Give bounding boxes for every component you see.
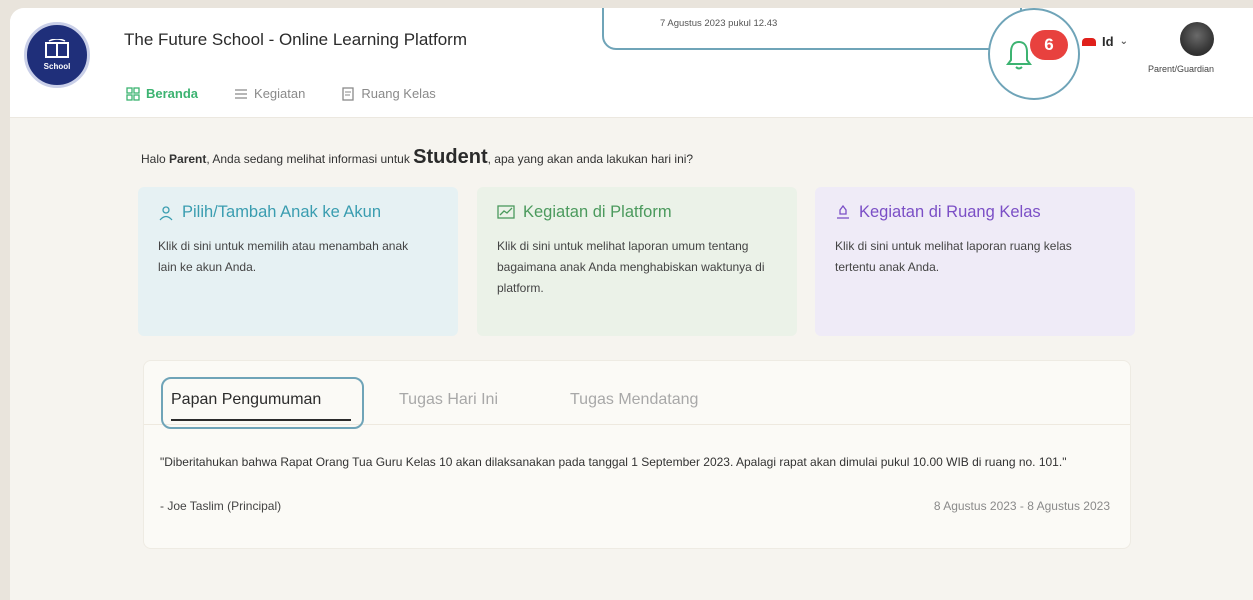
card-title: Pilih/Tambah Anak ke Akun <box>182 203 382 221</box>
school-logo[interactable]: School <box>24 22 90 88</box>
notification-date: 7 Agustus 2023 pukul 12.43 <box>660 18 778 29</box>
logo-text: School <box>43 62 71 71</box>
book-icon <box>45 39 69 58</box>
card-desc: Klik di sini untuk melihat laporan ruang… <box>835 239 1072 274</box>
card-classroom-activity[interactable]: Kegiatan di Ruang Kelas Klik di sini unt… <box>815 187 1135 336</box>
active-tab-underline <box>171 419 351 421</box>
tab-announcements[interactable]: Papan Pengumuman <box>171 391 321 409</box>
card-desc: Klik di sini untuk memilih atau menambah… <box>158 239 409 274</box>
list-icon <box>235 88 248 99</box>
app-window: School The Future School - Online Learni… <box>10 8 1253 600</box>
main-nav: Beranda Kegiatan Ruang Kelas <box>126 86 436 101</box>
nav-label: Beranda <box>146 86 199 101</box>
greeting-prefix: Halo <box>141 152 170 166</box>
card-title: Kegiatan di Ruang Kelas <box>859 203 1041 221</box>
nav-item-kegiatan[interactable]: Kegiatan <box>234 86 305 101</box>
announcement-board: Papan Pengumuman Tugas Hari Ini Tugas Me… <box>143 360 1131 549</box>
document-icon <box>342 86 355 101</box>
nav-label: Kegiatan <box>254 86 306 101</box>
user-role: Parent/Guardian <box>1148 64 1215 74</box>
greeting-suffix: , apa yang akan anda lakukan hari ini? <box>487 152 694 166</box>
nav-item-beranda[interactable]: Beranda <box>126 86 198 101</box>
notification-popup[interactable]: 7 Agustus 2023 pukul 12.43 <box>602 8 1022 50</box>
greeting-text: Halo Parent, Anda sedang melihat informa… <box>141 146 693 169</box>
greeting-student: Student <box>413 146 488 168</box>
tab-upcoming-tasks[interactable]: Tugas Mendatang <box>570 391 698 409</box>
greeting-middle: , Anda sedang melihat informasi untuk <box>206 152 414 166</box>
tab-today-tasks[interactable]: Tugas Hari Ini <box>399 391 498 409</box>
card-add-child[interactable]: Pilih/Tambah Anak ke Akun Klik di sini u… <box>138 187 458 336</box>
nav-label: Ruang Kelas <box>361 86 436 101</box>
board-tabs: Papan Pengumuman Tugas Hari Ini Tugas Me… <box>144 361 1130 429</box>
card-title: Kegiatan di Platform <box>523 203 672 221</box>
indonesia-flag-icon <box>1082 37 1096 46</box>
language-label: Id <box>1102 34 1114 49</box>
top-bar: School The Future School - Online Learni… <box>10 8 1253 118</box>
language-selector[interactable]: Id ⌄ <box>1082 34 1128 49</box>
greeting-user: Parent <box>169 152 207 166</box>
card-platform-activity[interactable]: Kegiatan di Platform Klik di sini untuk … <box>477 187 797 336</box>
app-title: The Future School - Online Learning Plat… <box>124 30 468 49</box>
nav-item-ruang-kelas[interactable]: Ruang Kelas <box>341 86 436 101</box>
avatar[interactable] <box>1180 22 1214 56</box>
classroom-icon <box>837 204 849 219</box>
chart-icon <box>497 204 515 219</box>
notification-count-badge: 6 <box>1030 30 1068 60</box>
card-desc: Klik di sini untuk melihat laporan umum … <box>497 239 765 295</box>
person-icon <box>159 205 173 220</box>
announcement-text: "Diberitahukan bahwa Rapat Orang Tua Gur… <box>160 455 1067 469</box>
announcement-dates: 8 Agustus 2023 - 8 Agustus 2023 <box>933 499 1110 513</box>
grid-icon <box>126 86 140 101</box>
announcement-author: - Joe Taslim (Principal) <box>160 499 282 513</box>
chevron-down-icon: ⌄ <box>1119 36 1128 47</box>
